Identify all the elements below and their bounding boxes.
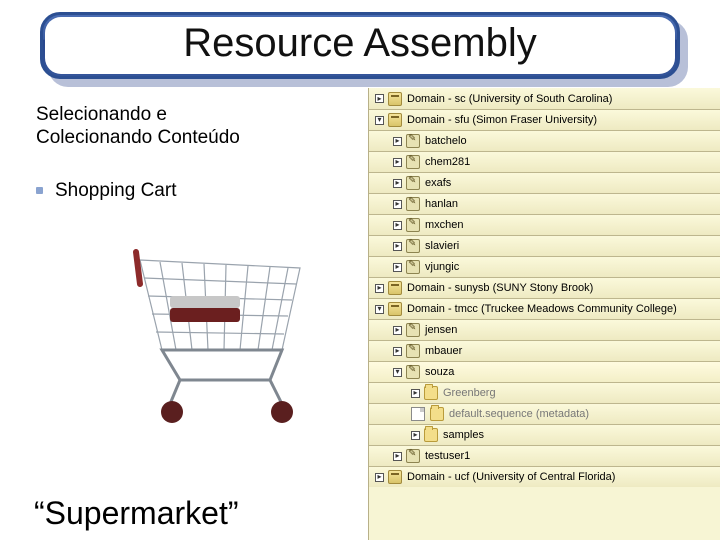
tree-label: Domain - sunysb (SUNY Stony Brook) (407, 282, 593, 294)
tree-label: Domain - tmcc (Truckee Meadows Community… (407, 303, 677, 315)
tree-label: Greenberg (443, 387, 496, 399)
tree-row-domain-tmcc[interactable]: Domain - tmcc (Truckee Meadows Community… (369, 298, 720, 319)
expand-toggle[interactable] (411, 431, 420, 440)
tree-label: souza (425, 366, 454, 378)
user-icon (406, 323, 420, 337)
expand-toggle[interactable] (393, 347, 402, 356)
tree-row-user-batchelo[interactable]: batchelo (369, 130, 720, 151)
bullet-item: Shopping Cart (36, 180, 356, 202)
user-icon (406, 449, 420, 463)
tree-label: slavieri (425, 240, 459, 252)
expand-toggle[interactable] (393, 179, 402, 188)
tree-row-user-vjungic[interactable]: vjungic (369, 256, 720, 277)
expand-toggle[interactable] (393, 158, 402, 167)
tree-label: testuser1 (425, 450, 470, 462)
expand-toggle[interactable] (375, 473, 384, 482)
server-icon (388, 92, 402, 106)
tree-label: hanlan (425, 198, 458, 210)
tree-row-user-jensen[interactable]: jensen (369, 319, 720, 340)
tree-row-user-mxchen[interactable]: mxchen (369, 214, 720, 235)
title-banner: Resource Assembly (40, 12, 680, 79)
tree-label: batchelo (425, 135, 467, 147)
footer-quote: “Supermarket” (34, 495, 239, 532)
tree-label: mxchen (425, 219, 464, 231)
tree-label: jensen (425, 324, 457, 336)
user-icon (406, 239, 420, 253)
user-icon (406, 344, 420, 358)
expand-toggle[interactable] (393, 263, 402, 272)
subtitle-line-2: Colecionando Conteúdo (36, 127, 240, 148)
subtitle: Selecionando e Colecionando Conteúdo (36, 104, 356, 150)
expand-toggle[interactable] (393, 452, 402, 461)
expand-toggle[interactable] (393, 368, 402, 377)
expand-toggle[interactable] (393, 326, 402, 335)
expand-toggle[interactable] (393, 242, 402, 251)
bullet-label: Shopping Cart (55, 180, 176, 202)
subtitle-line-1: Selecionando e (36, 104, 167, 125)
expand-toggle[interactable] (411, 389, 420, 398)
server-icon (388, 470, 402, 484)
title-frame: Resource Assembly (40, 12, 680, 79)
tree-row-domain-ucf[interactable]: Domain - ucf (University of Central Flor… (369, 466, 720, 487)
server-icon (388, 113, 402, 127)
folder-icon (430, 407, 444, 421)
user-icon (406, 176, 420, 190)
folder-icon (424, 428, 438, 442)
tree-label: chem281 (425, 156, 470, 168)
left-content: Selecionando e Colecionando Conteúdo Sho… (36, 104, 356, 202)
user-icon (406, 155, 420, 169)
tree-row-folder-samples[interactable]: samples (369, 424, 720, 445)
tree-label: samples (443, 429, 484, 441)
tree-row-item-default-sequence[interactable]: default.sequence (metadata) (369, 403, 720, 424)
expand-toggle[interactable] (375, 284, 384, 293)
expand-toggle[interactable] (393, 200, 402, 209)
tree-label: Domain - sc (University of South Carolin… (407, 93, 612, 105)
tree-row-user-testuser1[interactable]: testuser1 (369, 445, 720, 466)
tree-label: Domain - sfu (Simon Fraser University) (407, 114, 597, 126)
user-icon (406, 134, 420, 148)
tree-row-user-hanlan[interactable]: hanlan (369, 193, 720, 214)
tree-label: default.sequence (metadata) (449, 408, 589, 420)
tree-row-user-chem281[interactable]: chem281 (369, 151, 720, 172)
expand-toggle[interactable] (375, 94, 384, 103)
tree-row-domain-sfu[interactable]: Domain - sfu (Simon Fraser University) (369, 109, 720, 130)
tree-row-user-slavieri[interactable]: slavieri (369, 235, 720, 256)
shopping-cart-image (110, 240, 330, 430)
expand-toggle[interactable] (393, 137, 402, 146)
tree-label: exafs (425, 177, 451, 189)
slide-title: Resource Assembly (45, 21, 675, 66)
user-icon (406, 365, 420, 379)
user-icon (406, 260, 420, 274)
tree-row-domain-sc[interactable]: Domain - sc (University of South Carolin… (369, 88, 720, 109)
page-icon (411, 407, 425, 421)
tree-row-user-exafs[interactable]: exafs (369, 172, 720, 193)
tree-row-user-souza[interactable]: souza (369, 361, 720, 382)
server-icon (388, 302, 402, 316)
resource-tree-panel: Domain - sc (University of South Carolin… (368, 88, 720, 540)
expand-toggle[interactable] (375, 305, 384, 314)
tree-label: vjungic (425, 261, 459, 273)
tree-row-folder-greenberg[interactable]: Greenberg (369, 382, 720, 403)
tree-row-user-mbauer[interactable]: mbauer (369, 340, 720, 361)
expand-toggle[interactable] (375, 116, 384, 125)
tree-label: mbauer (425, 345, 462, 357)
folder-icon (424, 386, 438, 400)
expand-toggle[interactable] (393, 221, 402, 230)
user-icon (406, 218, 420, 232)
server-icon (388, 281, 402, 295)
tree-label: Domain - ucf (University of Central Flor… (407, 471, 615, 483)
bullet-marker (36, 187, 43, 194)
user-icon (406, 197, 420, 211)
tree-row-domain-sunysb[interactable]: Domain - sunysb (SUNY Stony Brook) (369, 277, 720, 298)
